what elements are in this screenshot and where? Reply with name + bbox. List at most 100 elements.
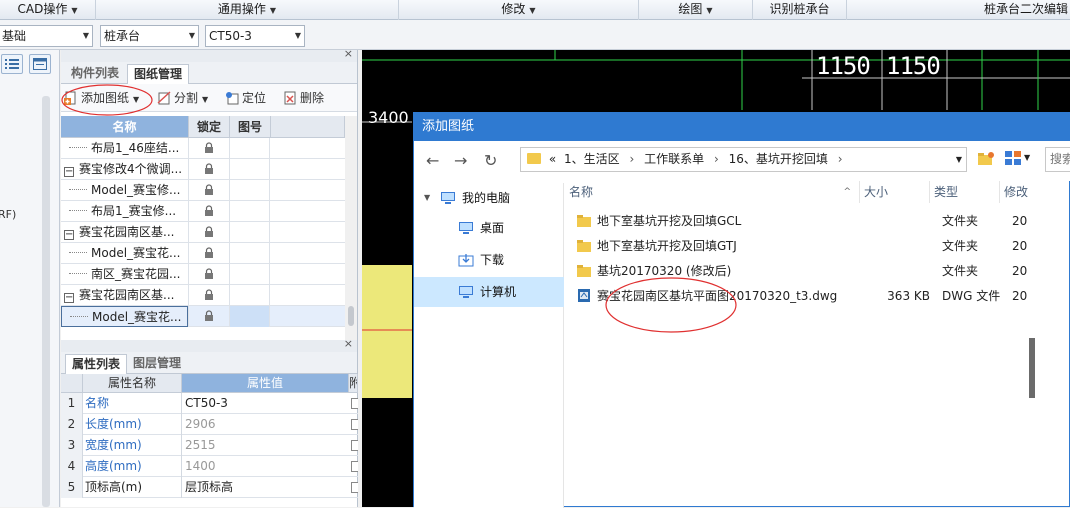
- delete-button[interactable]: 删除: [283, 88, 324, 108]
- property-value[interactable]: CT50-3: [182, 393, 349, 414]
- list-view-button[interactable]: [1, 54, 23, 74]
- scroll-thumb[interactable]: [348, 306, 354, 326]
- property-row[interactable]: 3 宽度(mm) 2515: [61, 435, 358, 456]
- new-folder-button[interactable]: [977, 151, 995, 167]
- drawing-number-cell[interactable]: [229, 285, 270, 306]
- component-type-select[interactable]: 桩承台 ▼: [100, 25, 199, 47]
- tree-row[interactable]: 南区_赛宝花园...: [61, 264, 357, 285]
- component-name-select[interactable]: CT50-3 ▼: [205, 25, 305, 47]
- detail-view-button[interactable]: [29, 54, 51, 74]
- tree-row[interactable]: − 赛宝花园南区基...: [61, 222, 357, 243]
- chevron-down-icon[interactable]: ▼: [956, 148, 962, 171]
- drawing-number-cell[interactable]: [229, 264, 270, 285]
- nav-item[interactable]: ▼ 我的电脑: [414, 183, 564, 213]
- floor-type-select[interactable]: 基础 ▼: [0, 25, 93, 47]
- close-icon[interactable]: ×: [344, 47, 353, 60]
- close-icon[interactable]: ×: [344, 337, 353, 350]
- property-value[interactable]: 2906: [182, 414, 349, 435]
- breadcrumb-1[interactable]: 1、生活区: [564, 152, 620, 166]
- extra-checkbox[interactable]: [351, 398, 358, 409]
- prop-name-header[interactable]: 属性名称: [83, 374, 182, 393]
- lock-cell[interactable]: [188, 306, 229, 327]
- menu-recognize-cap[interactable]: 识别桩承台: [753, 0, 847, 20]
- folder-row[interactable]: 地下室基坑开挖及回填GCL 文件夹 20: [565, 209, 1070, 233]
- drawing-number-cell[interactable]: [229, 180, 270, 201]
- tree-row[interactable]: 布局1_赛宝修...: [61, 201, 357, 222]
- menu-cap-edit[interactable]: 桩承台二次编辑: [847, 0, 1070, 20]
- property-row[interactable]: 2 长度(mm) 2906: [61, 414, 358, 435]
- nav-item[interactable]: 计算机: [414, 277, 564, 307]
- back-arrow-icon[interactable]: ←: [426, 151, 439, 170]
- search-input[interactable]: 搜索: [1045, 147, 1070, 172]
- extra-checkbox[interactable]: [351, 419, 358, 430]
- drawing-number-cell[interactable]: [229, 222, 270, 243]
- collapse-icon[interactable]: −: [64, 167, 74, 177]
- drawing-number-cell[interactable]: [229, 306, 270, 327]
- property-value[interactable]: 层顶标高: [182, 477, 349, 498]
- col-header-date[interactable]: 修改: [1000, 181, 1070, 203]
- folder-row[interactable]: 基坑20170320 (修改后) 文件夹 20: [565, 259, 1070, 283]
- tab-component-list[interactable]: 构件列表: [65, 64, 125, 84]
- tab-drawing-management[interactable]: 图纸管理: [127, 64, 190, 84]
- tree-row[interactable]: Model_赛宝花...: [61, 243, 357, 264]
- menu-draw[interactable]: 绘图 ▼: [639, 0, 753, 20]
- lock-cell[interactable]: [188, 222, 229, 243]
- lock-cell[interactable]: [188, 138, 229, 159]
- lock-cell[interactable]: [188, 159, 229, 180]
- tree-row[interactable]: − 赛宝花园南区基...: [61, 285, 357, 306]
- property-value[interactable]: 1400: [182, 456, 349, 477]
- tree-row[interactable]: Model_赛宝花...: [61, 306, 357, 327]
- folder-row[interactable]: 地下室基坑开挖及回填GTJ 文件夹 20: [565, 234, 1070, 258]
- collapse-icon[interactable]: −: [64, 293, 74, 303]
- add-drawing-button[interactable]: 添加图纸 ▼: [64, 88, 139, 108]
- drawing-number-cell[interactable]: [229, 159, 270, 180]
- dialog-edge-scroll[interactable]: [1029, 338, 1035, 398]
- tree-row[interactable]: Model_赛宝修...: [61, 180, 357, 201]
- menu-modify[interactable]: 修改 ▼: [399, 0, 639, 20]
- property-row[interactable]: 1 名称 CT50-3: [61, 393, 358, 414]
- property-row[interactable]: 5 顶标高(m) 层顶标高: [61, 477, 358, 498]
- lock-cell[interactable]: [188, 243, 229, 264]
- lock-cell[interactable]: [188, 201, 229, 222]
- address-bar[interactable]: « 1、生活区 › 工作联系单 › 16、基坑开挖回填 › ▼: [520, 147, 967, 172]
- forward-arrow-icon[interactable]: →: [454, 151, 467, 170]
- property-row[interactable]: 4 高度(mm) 1400: [61, 456, 358, 477]
- extra-checkbox[interactable]: [351, 482, 358, 493]
- col-header-size[interactable]: 大小: [860, 181, 930, 203]
- tree-row[interactable]: 布局1_46座结...: [61, 138, 357, 159]
- refresh-icon[interactable]: ↻: [484, 151, 497, 170]
- prop-extra-header[interactable]: 附: [349, 374, 358, 393]
- collapse-arrow-icon[interactable]: ▼: [424, 183, 430, 213]
- breadcrumb-2[interactable]: 工作联系单: [644, 152, 704, 166]
- extra-checkbox[interactable]: [351, 440, 358, 451]
- file-row[interactable]: 赛宝花园南区基坑平面图20170320_t3.dwg 363 KB DWG 文件 20: [565, 284, 1070, 308]
- drawing-number-cell[interactable]: [229, 201, 270, 222]
- col-number-header[interactable]: 图号: [230, 116, 271, 138]
- collapse-icon[interactable]: −: [64, 230, 74, 240]
- lock-cell[interactable]: [188, 285, 229, 306]
- dialog-title[interactable]: 添加图纸: [414, 113, 1069, 141]
- breadcrumb-3[interactable]: 16、基坑开挖回填: [729, 152, 828, 166]
- drawing-tree-scrollbar[interactable]: [345, 116, 357, 340]
- view-options-button[interactable]: ▼: [1005, 151, 1033, 167]
- property-value[interactable]: 2515: [182, 435, 349, 456]
- menu-cad-ops[interactable]: CAD操作 ▼: [0, 0, 96, 20]
- lock-cell[interactable]: [188, 180, 229, 201]
- left-strip-scrollbar[interactable]: [42, 96, 50, 507]
- col-name-header[interactable]: 名称: [61, 116, 189, 138]
- locate-button[interactable]: 定位: [225, 88, 266, 108]
- col-header-type[interactable]: 类型: [930, 181, 1000, 203]
- nav-item[interactable]: 桌面: [414, 213, 564, 243]
- menu-general-ops[interactable]: 通用操作 ▼: [96, 0, 399, 20]
- tab-property-list[interactable]: 属性列表: [65, 354, 128, 374]
- split-button[interactable]: 分割 ▼: [157, 88, 208, 108]
- col-lock-header[interactable]: 锁定: [189, 116, 230, 138]
- extra-checkbox[interactable]: [351, 461, 358, 472]
- tree-row[interactable]: − 赛宝修改4个微调...: [61, 159, 357, 180]
- tab-layer-management[interactable]: 图层管理: [127, 354, 187, 374]
- nav-item[interactable]: 下载: [414, 245, 564, 275]
- col-header-name[interactable]: 名称 ^: [565, 181, 860, 203]
- drawing-number-cell[interactable]: [229, 243, 270, 264]
- lock-cell[interactable]: [188, 264, 229, 285]
- prop-value-header[interactable]: 属性值: [182, 374, 349, 393]
